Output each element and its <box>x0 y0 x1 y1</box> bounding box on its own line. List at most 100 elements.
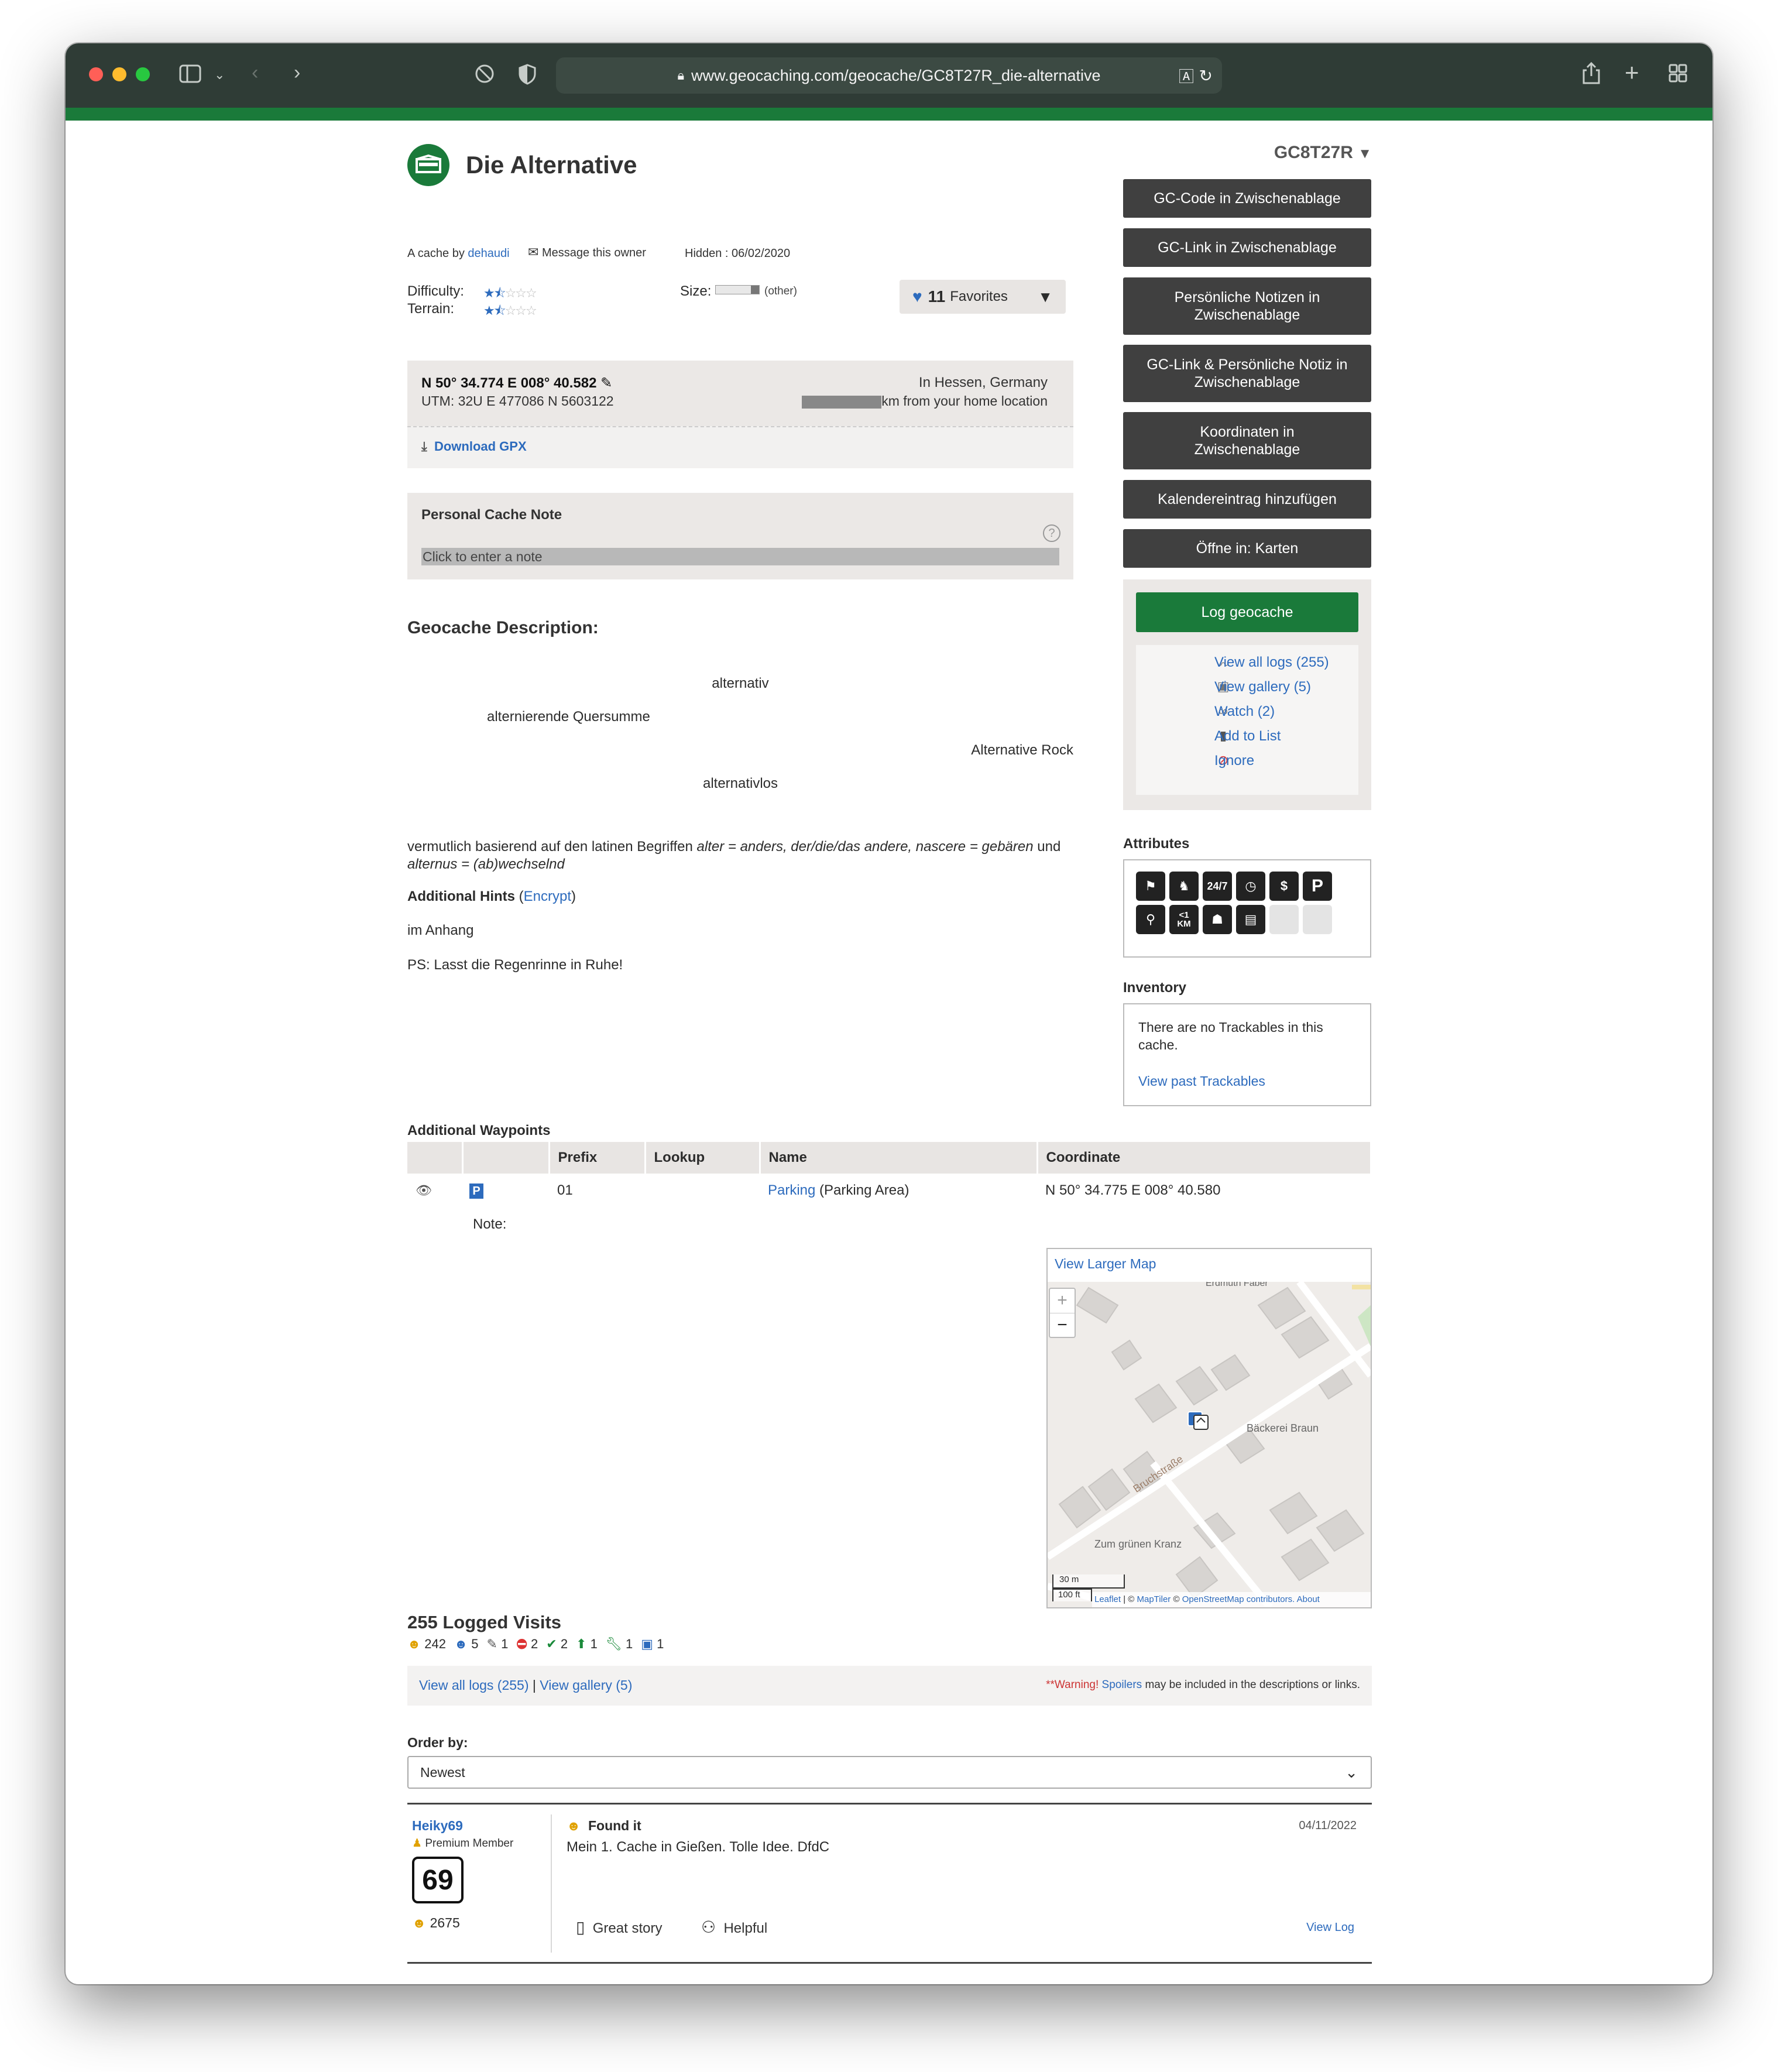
spoilers-link[interactable]: Spoilers <box>1102 1679 1142 1691</box>
waypoint-name-link[interactable]: Parking <box>768 1182 815 1198</box>
url-text: www.geocaching.com/geocache/GC8T27R_die-… <box>691 66 1101 84</box>
hints-label: Additional Hints <box>407 889 515 904</box>
copy-notes-button[interactable]: Persönliche Notizen in Zwischenablage <box>1123 277 1371 335</box>
bicycles-icon[interactable]: ⚲ <box>1136 905 1165 934</box>
close-window-button[interactable] <box>89 67 103 81</box>
copy-coordinates-button[interactable]: Koordinaten in Zwischenablage <box>1123 412 1371 469</box>
owner-link[interactable]: dehaudi <box>468 247 509 260</box>
waypoint-prefix: 01 <box>557 1182 573 1198</box>
view-gallery-link[interactable]: View gallery (5) <box>1214 679 1311 695</box>
reload-icon[interactable]: ↻ <box>1199 66 1213 85</box>
personal-note-input[interactable]: Click to enter a note <box>421 548 1059 565</box>
parking-icon[interactable]: P <box>1303 872 1332 901</box>
forward-arrow-icon[interactable]: › <box>294 61 300 84</box>
log-geocache-button[interactable]: Log geocache <box>1136 592 1358 632</box>
lock-icon: 🔒︎ <box>677 68 685 83</box>
distance-text: km from your home location <box>881 393 1048 409</box>
gc-code-dropdown[interactable]: GC8T27R ▼ <box>1259 143 1372 163</box>
watch-link[interactable]: Watch (2) <box>1214 704 1275 720</box>
zoom-in-button[interactable]: + <box>1050 1289 1075 1313</box>
view-all-logs-link[interactable]: View all logs (255) <box>1214 654 1329 671</box>
short-hike-icon[interactable]: ◷ <box>1236 872 1265 901</box>
add-to-list-link[interactable]: Add to List <box>1214 728 1281 745</box>
open-in-maps-button[interactable]: Öffne in: Karten <box>1123 529 1371 568</box>
help-icon[interactable]: ? <box>1043 524 1060 542</box>
coordinates-text[interactable]: N 50° 34.774 E 008° 40.582 ✎ <box>421 375 612 392</box>
count-value: 1 <box>590 1637 598 1651</box>
avatar[interactable]: 69 <box>412 1857 464 1903</box>
view-all-logs-link[interactable]: View all logs (255) <box>419 1678 529 1693</box>
maptiler-link[interactable]: MapTiler <box>1137 1594 1171 1604</box>
about-link[interactable]: About <box>1297 1594 1320 1604</box>
copy-gc-link-button[interactable]: GC-Link in Zwischenablage <box>1123 228 1371 267</box>
log-user-link[interactable]: Heiky69 <box>412 1818 463 1834</box>
map-canvas[interactable]: Bäckerei Braun Zum grünen Kranz Bruchstr… <box>1048 1282 1371 1607</box>
order-by-select[interactable]: Newest ⌄ <box>407 1756 1372 1789</box>
shield-icon[interactable] <box>517 63 537 91</box>
eye-icon[interactable]: 👁︎ <box>416 1183 432 1198</box>
parking-fee-icon[interactable]: $ <box>1269 872 1299 901</box>
stealth-icon[interactable]: ☗ <box>1203 905 1232 934</box>
publish-icon: ⬆ <box>576 1637 587 1651</box>
view-larger-map-link[interactable]: View Larger Map <box>1055 1256 1156 1272</box>
found-it-count: ☻ 242 <box>407 1637 446 1652</box>
location-text: In Hessen, Germany <box>918 375 1048 390</box>
24-7-icon[interactable]: 24/7 <box>1203 872 1232 901</box>
favorites-button[interactable]: ♥ 11 Favorites ▼ <box>900 280 1066 314</box>
less-than-1km-icon[interactable]: <1 KM <box>1169 905 1199 934</box>
geocache-marker-icon[interactable] <box>1187 1411 1209 1430</box>
divider <box>407 1803 1372 1805</box>
tab-overview-icon[interactable] <box>1668 63 1688 88</box>
map-tiles <box>1048 1282 1371 1607</box>
chevron-down-icon[interactable]: ⌄ <box>214 63 225 87</box>
copy-gc-code-button[interactable]: GC-Code in Zwischenablage <box>1123 179 1371 218</box>
size-meter-icon <box>715 285 760 294</box>
zoom-out-button[interactable]: − <box>1050 1313 1075 1338</box>
leaflet-link[interactable]: Leaflet <box>1094 1594 1121 1604</box>
copy-link-and-note-button[interactable]: GC-Link & Persönliche Notiz in Zwischena… <box>1123 345 1371 402</box>
hidden-date: Hidden : 06/02/2020 <box>685 247 791 260</box>
smiley-icon: ☻ <box>567 1818 581 1833</box>
description-text: vermutlich basierend auf den latinen Beg… <box>407 839 697 855</box>
minimize-window-button[interactable] <box>112 67 126 81</box>
download-icon: ⤓ <box>421 439 427 454</box>
encrypt-link[interactable]: Encrypt <box>524 889 571 904</box>
osm-link[interactable]: OpenStreetMap contributors. <box>1182 1594 1295 1604</box>
download-gpx-link[interactable]: ⤓ Download GPX <box>421 439 527 454</box>
pencil-icon[interactable]: ✎ <box>600 375 612 391</box>
no-stroller-icon[interactable]: ⚑ <box>1136 872 1165 901</box>
description-text: und <box>1033 839 1061 855</box>
waypoint-type-text: (Parking Area) <box>819 1182 909 1198</box>
past-trackables-link[interactable]: View past Trackables <box>1138 1073 1265 1089</box>
new-tab-icon[interactable]: + <box>1625 60 1639 85</box>
view-log-link[interactable]: View Log <box>1283 1921 1354 1934</box>
publish-count: ⬆ 1 <box>576 1637 598 1652</box>
message-owner-link[interactable]: ✉︎ Message this owner <box>528 245 646 260</box>
owner-line: A cache by dehaudi <box>407 247 510 260</box>
public-transit-icon[interactable]: ▤ <box>1236 905 1265 934</box>
zoom-window-button[interactable] <box>136 67 150 81</box>
count-value: 2 <box>531 1637 538 1651</box>
utm-text: UTM: 32U E 477086 N 5603122 <box>421 393 614 409</box>
privacy-report-icon[interactable] <box>474 63 495 90</box>
translate-icon[interactable]: 🄰 <box>1179 65 1194 87</box>
user-finds: ☻ 2675 <box>412 1915 460 1931</box>
heart-icon: ♥ <box>912 287 922 306</box>
great-story-button[interactable]: ▯ Great story <box>576 1917 662 1937</box>
back-arrow-icon[interactable]: ‹ <box>252 61 258 84</box>
handshake-icon: ⚇ <box>701 1918 716 1936</box>
inventory-box: There are no Trackables in this cache. V… <box>1123 1003 1371 1106</box>
dogs-icon[interactable]: ♞ <box>1169 872 1199 901</box>
count-value: 2 <box>560 1637 568 1651</box>
table-row: 👁︎ P 01 Parking (Parking Area) N 50° 34.… <box>407 1174 1371 1207</box>
favorites-count: 11 <box>928 287 946 306</box>
view-gallery-link[interactable]: View gallery (5) <box>540 1678 632 1693</box>
ignore-link[interactable]: Ignore <box>1214 753 1254 769</box>
helpful-button[interactable]: ⚇ Helpful <box>701 1917 767 1937</box>
sidebar-toggle-icon[interactable] <box>179 63 202 90</box>
address-bar[interactable]: 🔒︎ www.geocaching.com/geocache/GC8T27R_d… <box>556 57 1222 94</box>
share-icon[interactable] <box>1581 61 1601 91</box>
attribute-empty-slot <box>1269 905 1299 934</box>
maintenance-count: 🔧︎ 1 <box>606 1637 633 1652</box>
add-calendar-button[interactable]: Kalendereintrag hinzufügen <box>1123 480 1371 519</box>
